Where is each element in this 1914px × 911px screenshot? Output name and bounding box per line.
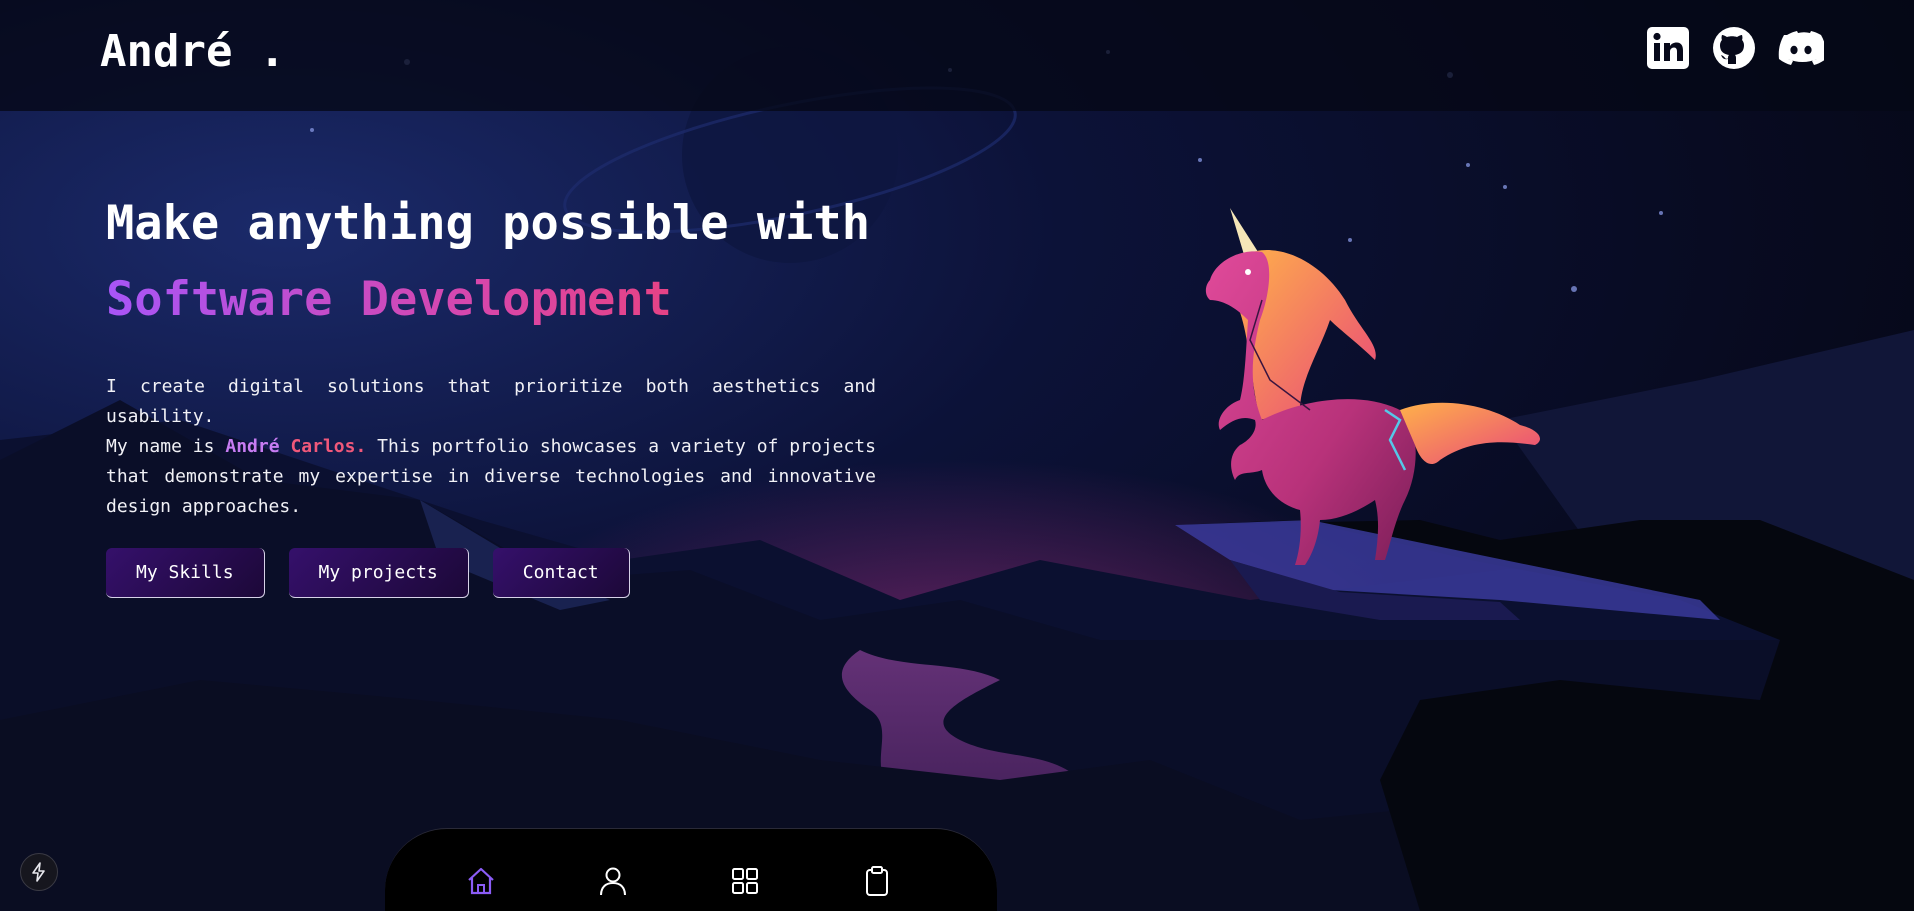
clipboard-icon[interactable] — [861, 865, 893, 897]
bolt-icon — [32, 862, 45, 882]
hero-title-highlight: Software Development — [106, 262, 876, 338]
my-skills-button[interactable]: My Skills — [106, 548, 265, 598]
hero-description: I create digital solutions that prioriti… — [106, 372, 876, 522]
top-header: André . — [0, 0, 1914, 111]
bottom-nav-dock — [385, 828, 997, 911]
social-links — [1646, 26, 1827, 70]
desc-prefix: My name is — [106, 436, 226, 457]
linkedin-icon[interactable] — [1646, 26, 1690, 70]
user-icon[interactable] — [597, 865, 629, 897]
name-last: Carlos. — [290, 436, 367, 457]
name-first: André — [225, 436, 280, 457]
contact-button[interactable]: Contact — [492, 548, 630, 598]
github-icon[interactable] — [1712, 26, 1756, 70]
my-projects-button[interactable]: My projects — [288, 548, 469, 598]
grid-icon[interactable] — [729, 865, 761, 897]
hero-section: Make anything possible with Software Dev… — [106, 186, 876, 598]
hero-desc-para: My name is André Carlos. This portfolio … — [106, 432, 876, 522]
hero-title-line1: Make anything possible with — [106, 196, 871, 251]
discord-icon[interactable] — [1778, 26, 1827, 70]
hero-title: Make anything possible with Software Dev… — [106, 186, 876, 338]
hero-buttons: My Skills My projects Contact — [106, 548, 876, 598]
theme-toggle-button[interactable] — [20, 853, 58, 891]
hero-desc-line1: I create digital solutions that prioriti… — [106, 376, 876, 427]
home-icon[interactable] — [465, 865, 497, 897]
site-logo[interactable]: André . — [100, 26, 285, 77]
